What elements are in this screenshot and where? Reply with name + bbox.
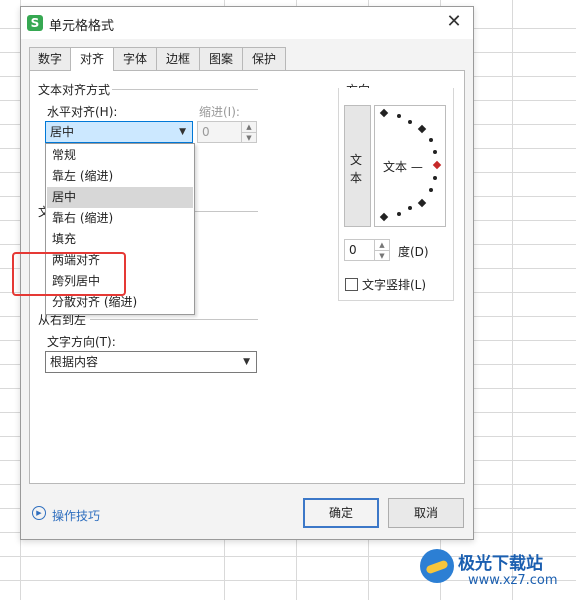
section-divider — [112, 89, 258, 90]
dial-tick — [397, 212, 401, 216]
play-circle-icon[interactable]: ▶ — [32, 506, 46, 520]
dial-marker — [417, 124, 427, 134]
dial-tick — [397, 114, 401, 118]
dial-marker — [379, 212, 389, 222]
dropdown-option-center[interactable]: 居中 — [47, 187, 193, 208]
dial-marker — [379, 108, 389, 118]
chevron-down-icon: ▼ — [243, 357, 250, 367]
vertical-text-button[interactable]: 文 本 — [344, 105, 371, 227]
degree-stepper-buttons[interactable]: ▲ ▼ — [374, 240, 389, 260]
dial-tick — [433, 176, 437, 180]
vertical-text-checkbox[interactable] — [345, 278, 358, 291]
dropdown-option-general[interactable]: 常规 — [47, 145, 193, 166]
vertical-text-char-1: 文 — [350, 153, 363, 167]
dial-text: 文本 — — [383, 160, 423, 174]
text-direction-select[interactable]: 根据内容 ▼ — [45, 351, 257, 373]
highlight-annotation-box — [12, 252, 126, 296]
degree-value: 0 — [349, 243, 357, 257]
dropdown-option-right-indent[interactable]: 靠右 (缩进) — [47, 208, 193, 229]
dial-marker — [417, 198, 427, 208]
vertical-text-char-2: 本 — [350, 171, 363, 185]
vertical-text-checkbox-label: 文字竖排(L) — [362, 278, 427, 292]
degree-stepper[interactable]: 0 ▲ ▼ — [344, 239, 390, 261]
help-tips-link[interactable]: 操作技巧 — [52, 507, 100, 524]
section-divider — [90, 319, 258, 320]
indent-value: 0 — [202, 125, 210, 139]
dial-tick — [408, 120, 412, 124]
text-alignment-section-title: 文本对齐方式 — [38, 83, 111, 97]
dial-tick — [433, 150, 437, 154]
horizontal-align-value: 居中 — [50, 125, 75, 139]
indent-stepper: 0 ▲ ▼ — [197, 121, 257, 143]
chevron-down-icon[interactable]: ▼ — [375, 250, 389, 261]
indent-stepper-buttons: ▲ ▼ — [241, 122, 256, 142]
horizontal-align-select[interactable]: 居中 ▼ — [45, 121, 193, 143]
text-direction-value: 根据内容 — [50, 355, 99, 369]
text-direction-label: 文字方向(T): — [47, 335, 116, 349]
ok-button[interactable]: 确定 — [303, 498, 379, 528]
degree-label: 度(D) — [398, 245, 429, 259]
chevron-down-icon: ▼ — [179, 127, 186, 137]
chevron-up-icon: ▲ — [246, 123, 252, 131]
orientation-dial[interactable]: 文本 — — [374, 105, 446, 227]
dial-tick — [408, 206, 412, 210]
dial-pointer-marker — [432, 160, 442, 170]
chevron-down-icon: ▼ — [242, 132, 256, 143]
indent-label: 缩进(I): — [199, 105, 240, 119]
dropdown-option-fill[interactable]: 填充 — [47, 229, 193, 250]
section-divider — [195, 211, 258, 212]
dial-tick — [429, 138, 433, 142]
dropdown-option-left-indent[interactable]: 靠左 (缩进) — [47, 166, 193, 187]
cancel-button[interactable]: 取消 — [388, 498, 464, 528]
horizontal-align-label: 水平对齐(H): — [47, 105, 118, 119]
chevron-up-icon[interactable]: ▲ — [375, 240, 389, 250]
dial-tick — [429, 188, 433, 192]
